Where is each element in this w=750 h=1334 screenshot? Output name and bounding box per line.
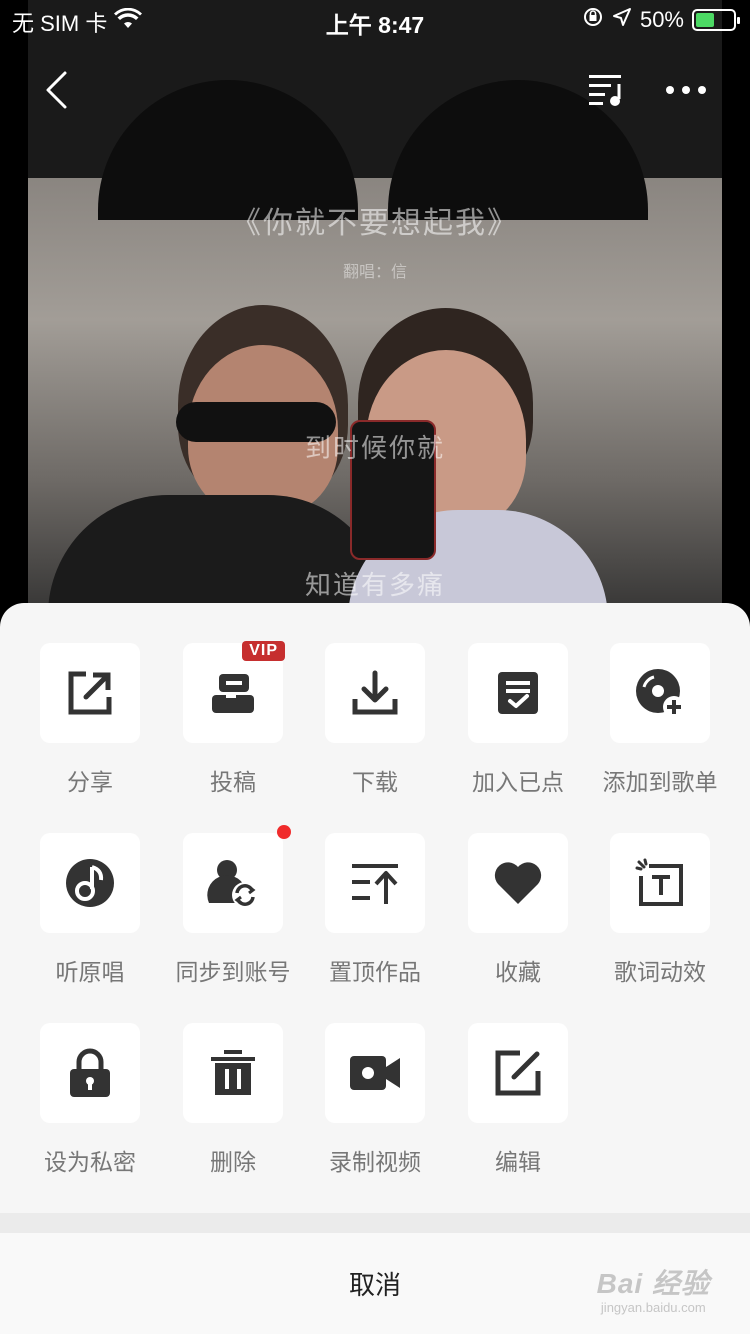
- action-download-tile[interactable]: [325, 643, 425, 743]
- action-add-to-queue[interactable]: 加入已点: [447, 643, 589, 797]
- action-label: 设为私密: [44, 1149, 136, 1175]
- trash-icon: [211, 1050, 255, 1095]
- watermark-url: jingyan.baidu.com: [600, 1300, 706, 1315]
- action-favorite[interactable]: 收藏: [447, 833, 589, 987]
- action-label: 置顶作品: [329, 959, 421, 985]
- sync-account-icon: [207, 860, 258, 908]
- action-label: 投稿: [210, 769, 256, 795]
- action-add-to-playlist[interactable]: 添加到歌单: [589, 643, 731, 797]
- sheet-divider: [0, 1213, 750, 1233]
- vip-badge: VIP: [242, 641, 285, 661]
- action-lyric-effect-tile[interactable]: [610, 833, 710, 933]
- location-icon: [612, 7, 632, 33]
- original-song-icon: [66, 859, 114, 907]
- heart-icon: [494, 862, 542, 904]
- action-label: 加入已点: [472, 769, 564, 795]
- cover-subtitle: 翻唱：信: [342, 264, 407, 281]
- action-pin-top[interactable]: 置顶作品: [304, 833, 446, 987]
- submit-icon: [212, 674, 254, 713]
- back-button[interactable]: [28, 60, 84, 120]
- action-label: 收藏: [495, 959, 541, 985]
- action-sync-account-tile[interactable]: [183, 825, 291, 933]
- action-submit[interactable]: VIP 投稿: [162, 641, 304, 797]
- action-lyric-effect[interactable]: 歌词动效: [589, 833, 731, 987]
- battery-percent: 50%: [639, 7, 684, 32]
- lyric-line: 到时候你就: [304, 434, 445, 464]
- baidu-watermark: Bai 经验 jingyan.baidu.com: [597, 1262, 710, 1315]
- action-label: 同步到账号: [175, 959, 291, 985]
- action-label: 录制视频: [329, 1149, 421, 1175]
- action-label: 下载: [352, 769, 398, 795]
- share-icon: [68, 671, 112, 715]
- action-share-tile[interactable]: [40, 643, 140, 743]
- status-bar: 无 SIM 卡 上午 8:47 50%: [0, 0, 750, 40]
- action-label: 添加到歌单: [602, 769, 718, 795]
- video-camera-icon: [350, 1056, 400, 1090]
- action-label: 删除: [210, 1149, 256, 1175]
- action-label: 编辑: [495, 1149, 541, 1175]
- action-record-video[interactable]: 录制视频: [304, 1023, 446, 1177]
- battery-icon: [692, 9, 740, 31]
- action-delete-tile[interactable]: [183, 1023, 283, 1123]
- add-to-queue-icon: [498, 672, 538, 714]
- action-share[interactable]: 分享: [19, 643, 161, 797]
- pin-top-icon: [352, 864, 398, 904]
- cover-title: 《你就不要想起我》: [231, 206, 519, 241]
- action-sheet: 分享 VIP 投稿 下载 加入已点 添加到歌单 听原唱 同步到账号 置顶作品 收…: [0, 603, 750, 1334]
- action-label: 分享: [67, 769, 113, 795]
- action-edit-tile[interactable]: [468, 1023, 568, 1123]
- add-to-playlist-icon: [636, 669, 685, 718]
- action-label: 歌词动效: [614, 959, 706, 985]
- action-download[interactable]: 下载: [304, 643, 446, 797]
- lyric-effect-icon: [635, 858, 683, 906]
- top-nav: [0, 60, 750, 120]
- action-original-song-tile[interactable]: [40, 833, 140, 933]
- lock-icon: [70, 1048, 110, 1097]
- rotation-lock-icon: [582, 6, 604, 34]
- notification-dot: [277, 825, 291, 839]
- action-add-to-playlist-tile[interactable]: [610, 643, 710, 743]
- action-set-private[interactable]: 设为私密: [19, 1023, 161, 1177]
- playlist-icon: [589, 75, 621, 106]
- action-edit[interactable]: 编辑: [447, 1023, 589, 1177]
- action-favorite-tile[interactable]: [468, 833, 568, 933]
- edit-icon: [495, 1050, 541, 1096]
- playlist-button[interactable]: [580, 60, 634, 120]
- back-chevron-icon: [46, 71, 67, 109]
- watermark-brand: Bai 经验: [596, 1268, 710, 1299]
- action-record-video-tile[interactable]: [325, 1023, 425, 1123]
- action-sync-account[interactable]: 同步到账号: [162, 825, 304, 987]
- download-icon: [352, 670, 398, 715]
- action-delete[interactable]: 删除: [162, 1023, 304, 1177]
- action-label: 听原唱: [55, 959, 125, 985]
- action-add-to-queue-tile[interactable]: [468, 643, 568, 743]
- action-pin-top-tile[interactable]: [325, 833, 425, 933]
- action-original-song[interactable]: 听原唱: [19, 833, 161, 987]
- more-dots-icon: [666, 86, 706, 94]
- action-set-private-tile[interactable]: [40, 1023, 140, 1123]
- lyric-line: 知道有多痛: [304, 571, 445, 601]
- action-submit-tile[interactable]: VIP: [183, 641, 285, 743]
- more-button[interactable]: [656, 60, 716, 120]
